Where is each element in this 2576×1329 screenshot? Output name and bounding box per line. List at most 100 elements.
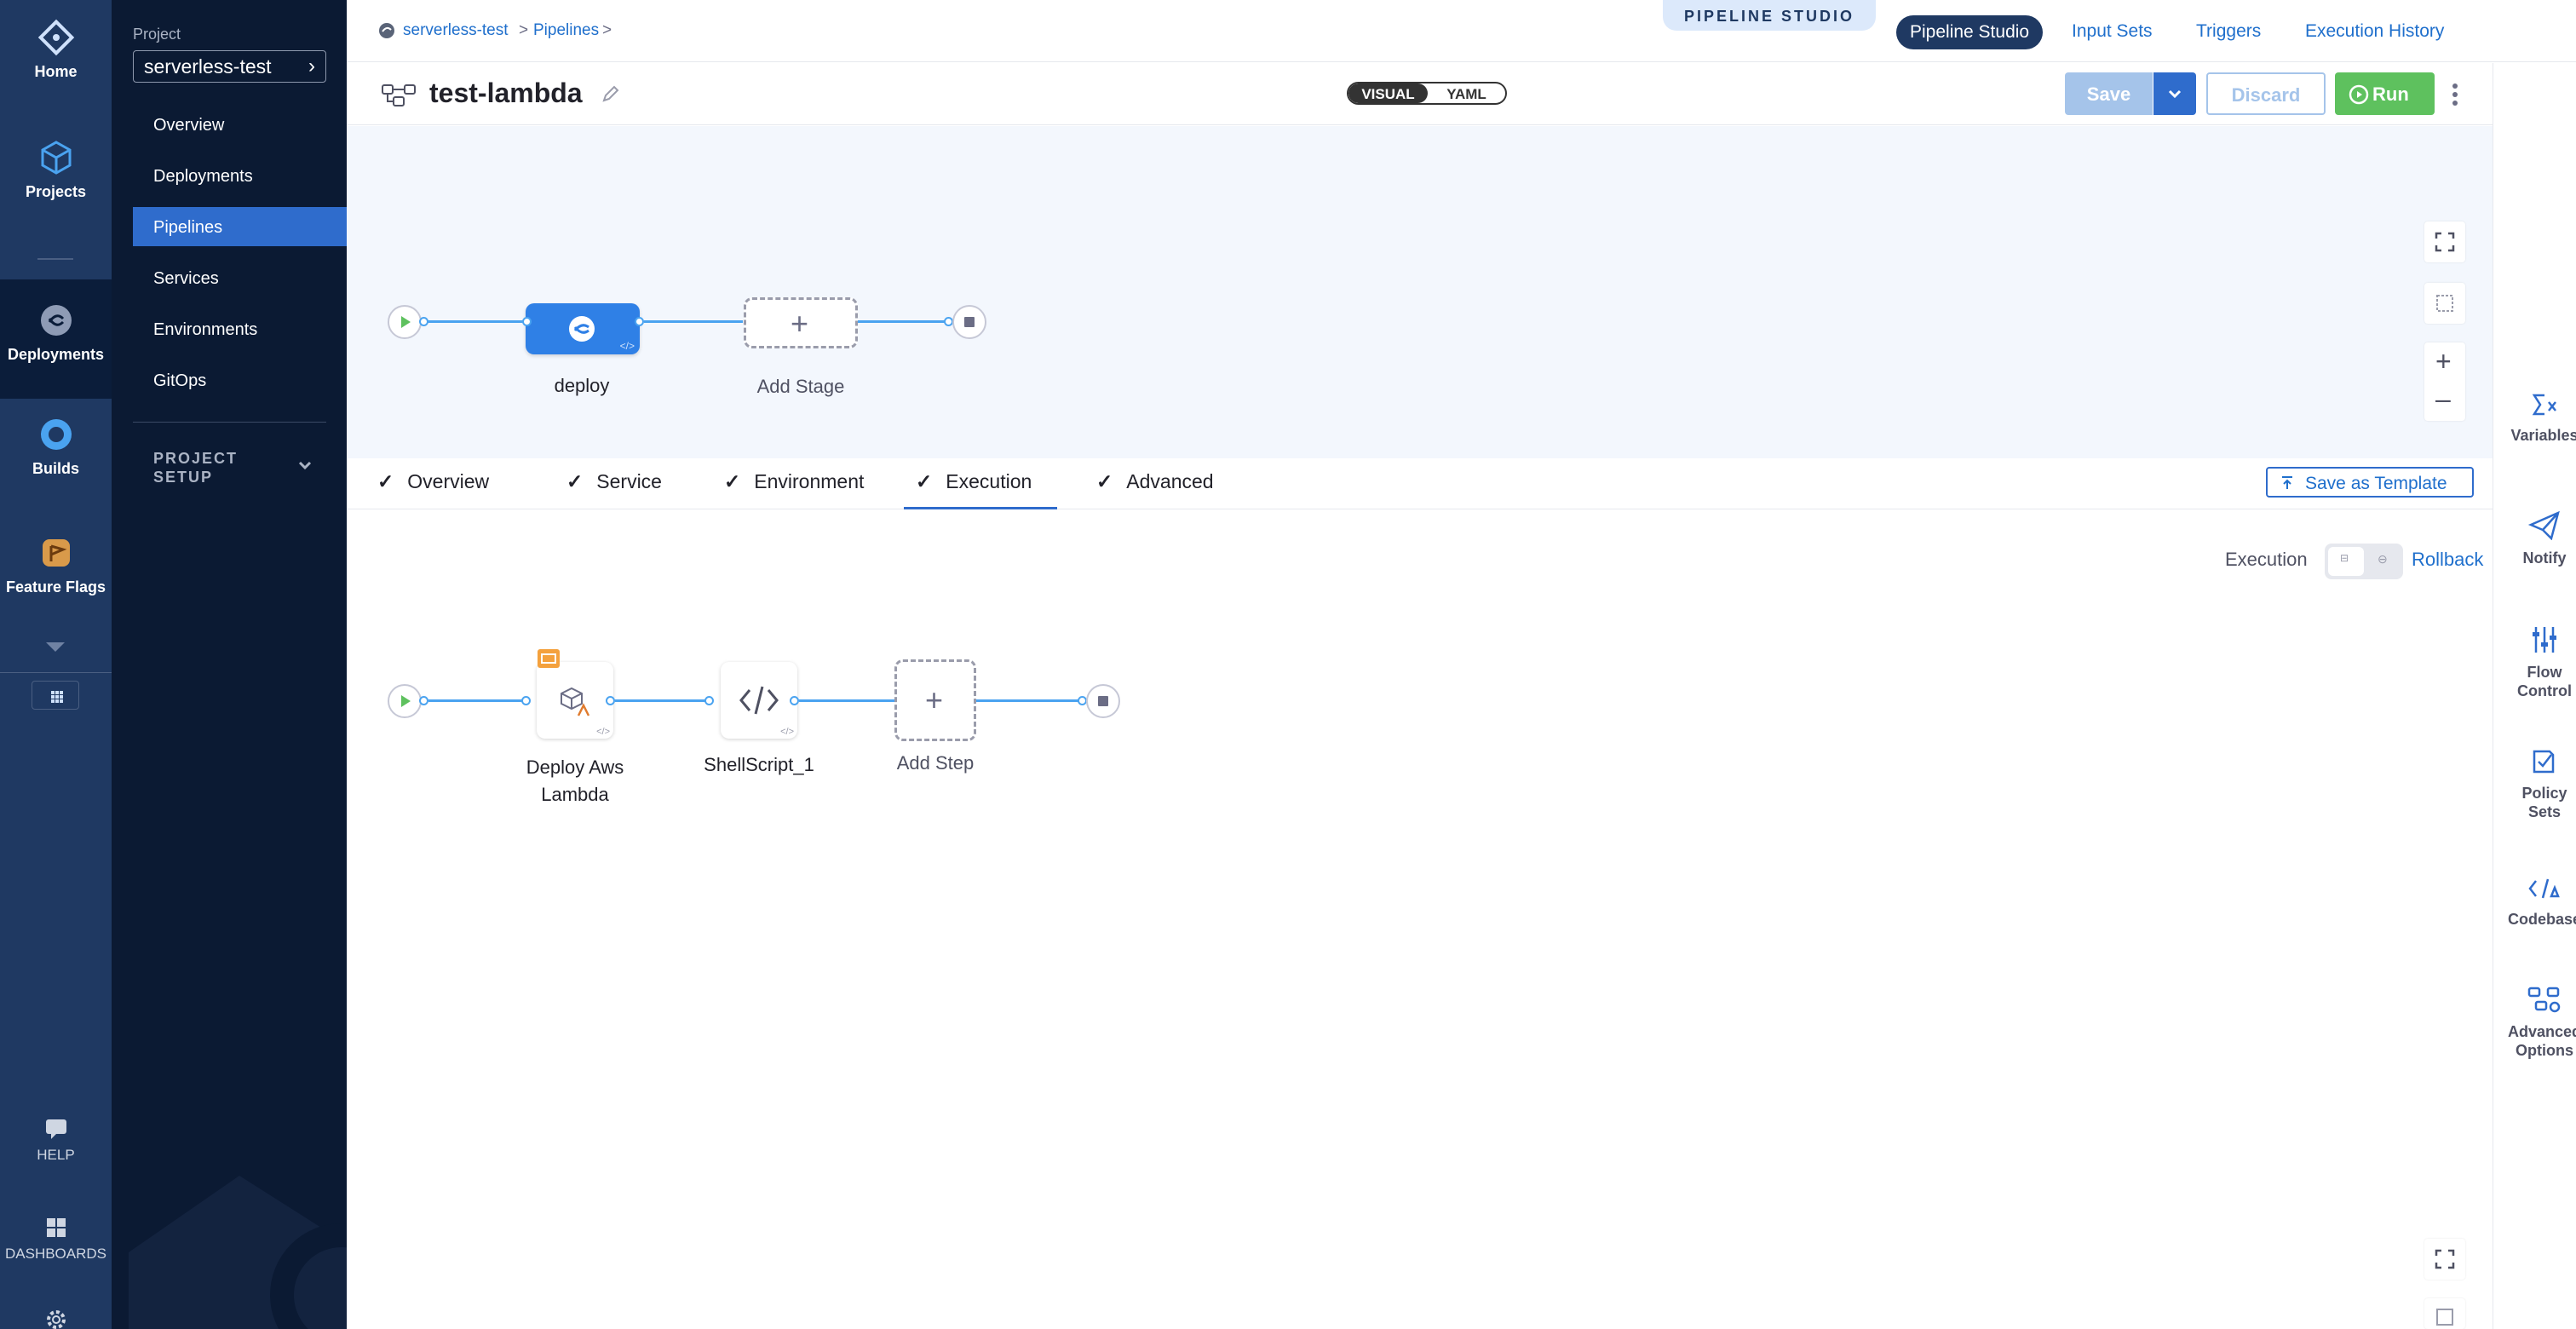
tab-execution-history[interactable]: Execution History [2305, 21, 2444, 42]
nav-home-label: Home [34, 63, 78, 80]
tab-execution[interactable]: ✓ Execution [916, 470, 1032, 493]
tab-pipeline-studio[interactable]: Pipeline Studio [1896, 15, 2044, 49]
deployments-icon [40, 305, 72, 336]
right-panel-codebase[interactable]: Codebase [2493, 876, 2576, 929]
sidebar-item-gitops[interactable]: GitOps [133, 360, 347, 400]
project-setup-toggle[interactable]: PROJECT SETUP [153, 449, 247, 486]
fit-to-screen-button[interactable] [2424, 222, 2465, 262]
right-panel-label: Sets [2527, 803, 2562, 820]
right-panel-label: Codebase [2507, 911, 2576, 928]
check-icon: ✓ [1096, 470, 1113, 492]
nav-builds-label: Builds [32, 460, 79, 477]
more-options-icon[interactable] [2451, 82, 2459, 107]
sidebar-item-services[interactable]: Services [133, 258, 347, 297]
nav-more-chevron-icon[interactable] [46, 642, 65, 652]
tab-service[interactable]: ✓ Service [566, 470, 662, 493]
connector-dot [790, 696, 799, 705]
breadcrumb-separator: > [519, 21, 529, 39]
right-panel-variables[interactable]: Variables [2493, 392, 2576, 445]
stage-node-deploy[interactable]: </> [526, 303, 640, 354]
sidebar-item-pipelines[interactable]: Pipelines [133, 207, 347, 246]
execution-end-node [1086, 684, 1120, 718]
sidebar-item-overview[interactable]: Overview [133, 105, 347, 144]
save-as-template-button[interactable]: Save as Template [2266, 467, 2474, 498]
rollback-link[interactable]: Rollback [2412, 549, 2483, 571]
tab-triggers[interactable]: Triggers [2196, 21, 2261, 42]
sidebar-item-label: Environments [153, 320, 258, 339]
yaml-option[interactable]: YAML [1428, 83, 1505, 103]
save-as-template-label: Save as Template [2305, 474, 2447, 493]
edit-pencil-icon[interactable] [601, 83, 621, 104]
save-button[interactable]: Save [2065, 72, 2153, 115]
chevron-down-icon[interactable] [297, 460, 313, 470]
aws-lambda-icon [561, 687, 590, 716]
breadcrumb-project[interactable]: serverless-test [403, 21, 509, 40]
run-button[interactable]: Run [2335, 72, 2435, 115]
zoom-in-icon[interactable]: + [2435, 346, 2452, 377]
top-header: serverless-test > Pipelines > PIPELINE S… [347, 0, 2576, 62]
check-icon: ✓ [566, 470, 584, 492]
right-panel-policy-sets[interactable]: Policy Sets [2493, 746, 2576, 821]
right-panel-flow-control[interactable]: Flow Control [2493, 625, 2576, 700]
select-area-icon [2436, 1309, 2453, 1326]
visual-yaml-toggle[interactable]: VISUAL YAML [1347, 82, 1507, 105]
tab-input-sets[interactable]: Input Sets [2072, 21, 2153, 42]
nav-deployments[interactable]: Deployments [0, 279, 112, 399]
step-node-shellscript[interactable]: </> [721, 662, 797, 739]
right-panel-label: Policy [2521, 785, 2567, 802]
discard-button[interactable]: Discard [2206, 72, 2326, 115]
save-options-dropdown[interactable] [2153, 72, 2196, 115]
settings-gear-icon[interactable] [44, 1308, 68, 1329]
breadcrumb-pipelines[interactable]: Pipelines [533, 21, 599, 40]
code-icon: </> [780, 727, 794, 737]
feature-flags-icon [42, 539, 70, 567]
nav-projects[interactable]: Projects [0, 139, 112, 201]
execution-mode-icon: ⊟ [2340, 552, 2349, 564]
right-panel-advanced-options[interactable]: Advanced Options [2493, 985, 2576, 1060]
nav-builds[interactable]: Builds [0, 416, 112, 478]
nav-divider [37, 258, 73, 260]
select-area-button[interactable] [2424, 283, 2465, 324]
connector-dot [606, 696, 615, 705]
visual-option[interactable]: VISUAL [1348, 83, 1428, 103]
select-area-icon [2436, 295, 2453, 312]
fit-to-screen-button[interactable] [2424, 1239, 2465, 1280]
right-panel-label: Notify [2522, 549, 2567, 567]
tab-overview[interactable]: ✓ Overview [377, 470, 489, 493]
code-icon: </> [619, 340, 635, 352]
zoom-out-icon[interactable]: – [2435, 383, 2451, 415]
nav-dashboards[interactable]: DASHBOARDS [0, 1217, 112, 1263]
sidebar-decoration [129, 1176, 347, 1329]
right-panel-notify[interactable]: Notify [2493, 511, 2576, 567]
project-selector[interactable]: serverless-test › [133, 50, 326, 83]
all-modules-button[interactable] [32, 681, 79, 710]
nav-home[interactable]: Home [0, 19, 112, 81]
connector-line [615, 699, 705, 702]
tab-environment-label: Environment [754, 470, 865, 492]
select-area-button[interactable] [2424, 1298, 2465, 1329]
project-setup-label: PROJECT SETUP [153, 450, 239, 486]
execution-toggle-label: Execution [2225, 549, 2308, 570]
tab-advanced[interactable]: ✓ Advanced [1096, 470, 1214, 493]
plus-icon: + [925, 682, 944, 717]
sidebar-item-label: GitOps [153, 371, 207, 390]
flow-control-icon [2533, 627, 2556, 653]
run-label: Run [2372, 83, 2409, 105]
sidebar-item-deployments[interactable]: Deployments [133, 156, 347, 195]
nav-help-label: HELP [37, 1147, 75, 1163]
connector-dot [635, 317, 644, 326]
execution-rollback-toggle[interactable]: ⊟ ⊖ [2325, 544, 2403, 579]
stage-canvas: </> deploy + Add Stage + – [347, 126, 2493, 458]
nav-help[interactable]: HELP [0, 1118, 112, 1164]
stop-icon [964, 317, 975, 327]
connector-line [644, 320, 743, 323]
expand-icon [2435, 232, 2455, 252]
nav-divider-2 [0, 672, 112, 673]
tab-environment[interactable]: ✓ Environment [724, 470, 864, 493]
add-step-button[interactable]: + [894, 659, 976, 741]
sidebar-item-environments[interactable]: Environments [133, 309, 347, 348]
step-node-deploy-aws-lambda[interactable]: </> [537, 662, 613, 739]
nav-feature-flags[interactable]: Feature Flags [0, 534, 112, 596]
add-stage-button[interactable]: + [744, 297, 858, 348]
step-name-deploy-aws-lambda: Deploy Aws Lambda [498, 754, 652, 808]
